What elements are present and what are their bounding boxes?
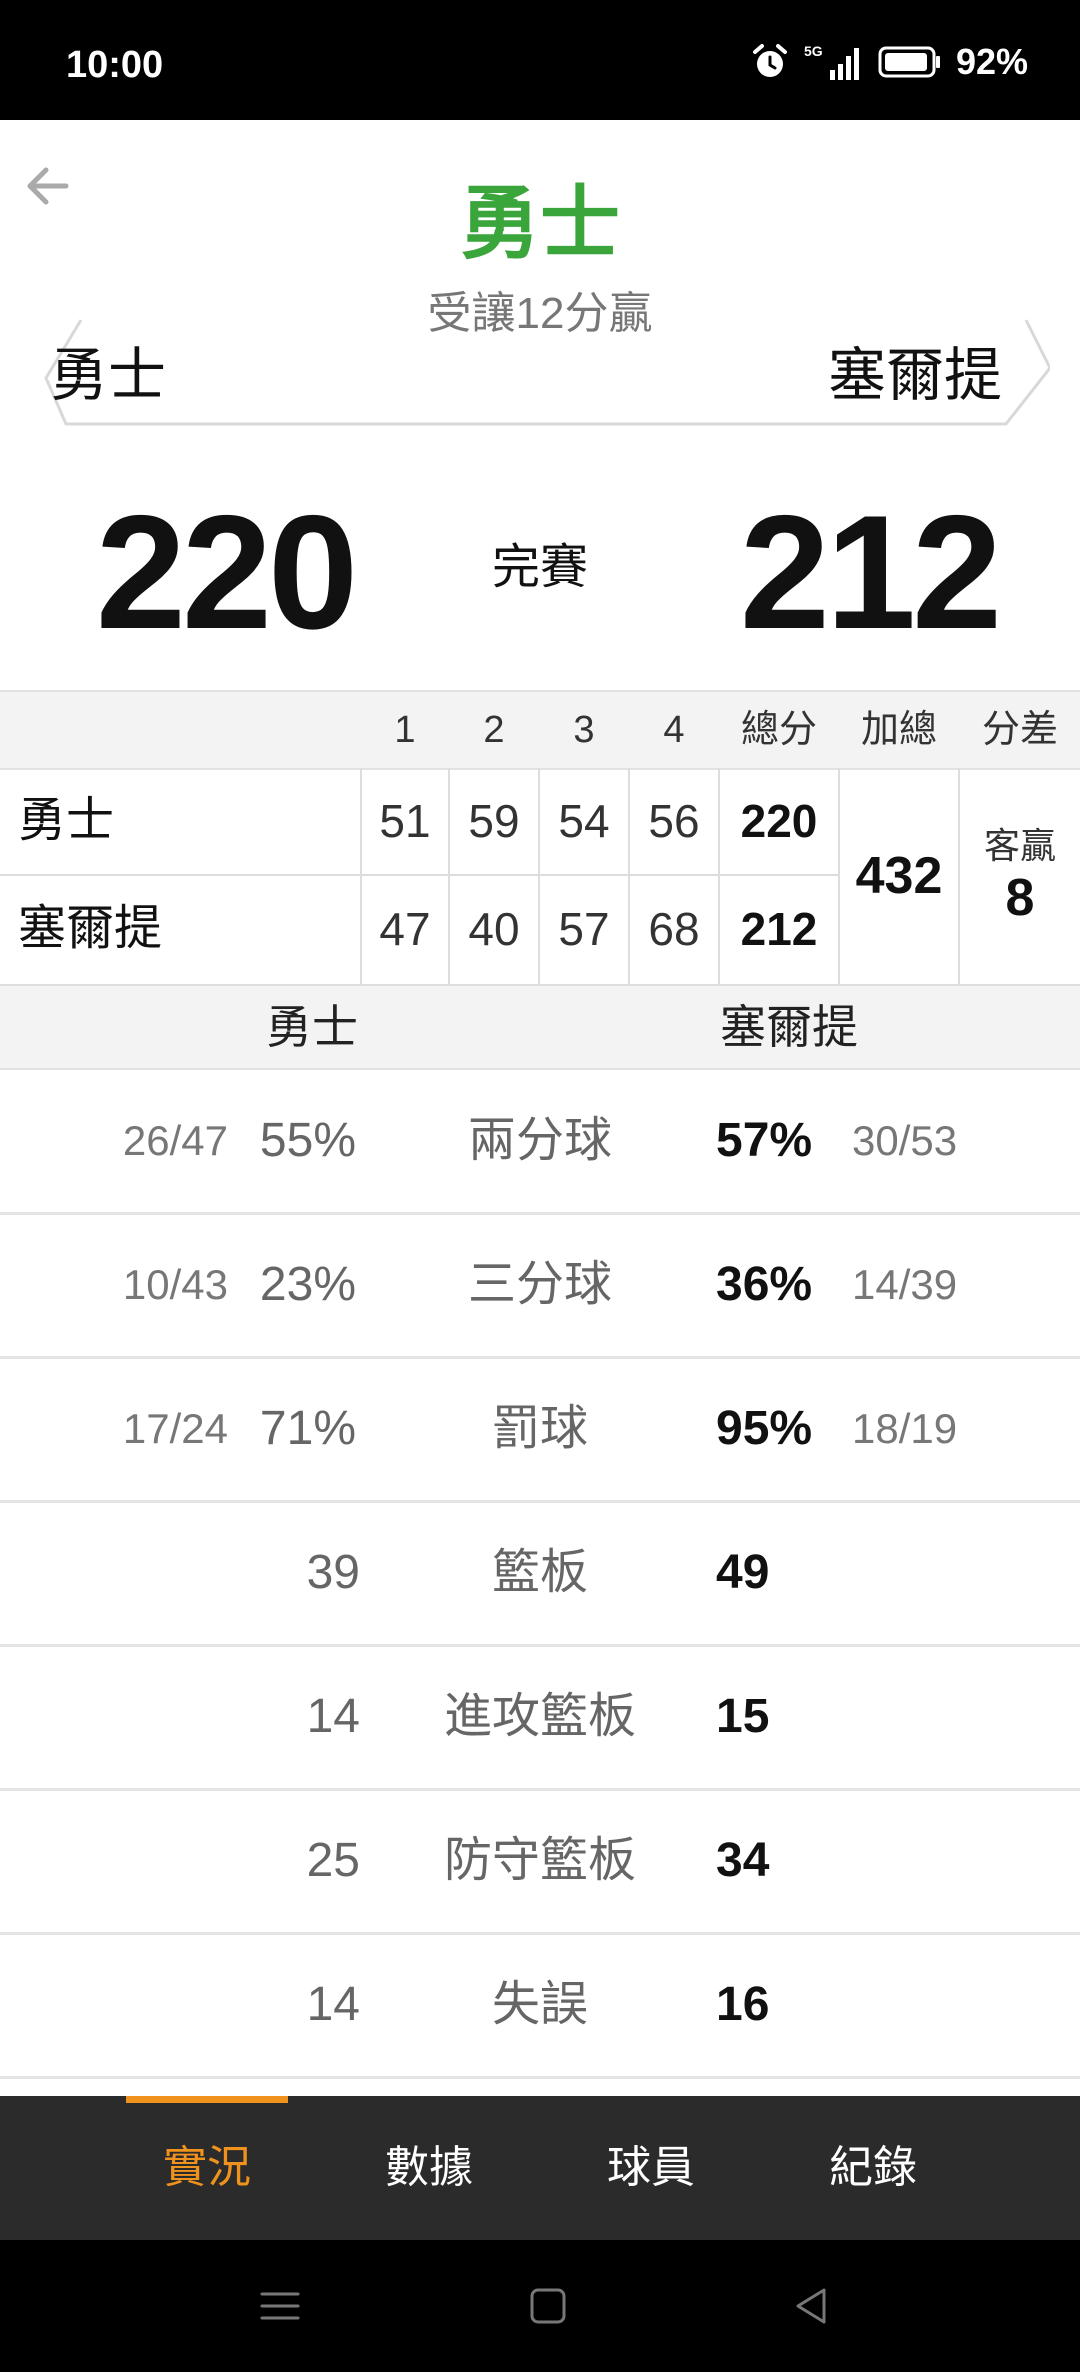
away-three-point-made: 14/39 — [852, 1261, 958, 1308]
stats-away-team: 塞爾提 — [720, 1001, 858, 1053]
home-team-name[interactable]: 勇士 — [50, 340, 166, 412]
status-icons: 5G 92% — [750, 40, 1028, 84]
bottom-tab-bar: 實況 數據 球員 紀錄 — [0, 2096, 1080, 2240]
combined-header: 加總 — [860, 709, 937, 751]
away-offensive-rebounds: 15 — [716, 1690, 770, 1743]
home-icon[interactable] — [522, 2280, 574, 2332]
away-score: 212 — [739, 482, 1002, 663]
away-team-name[interactable]: 塞爾提 — [828, 340, 1002, 412]
home-q1: 51 — [379, 795, 431, 847]
home-three-point-pct: 23% — [259, 1258, 356, 1311]
away-free-throw-made: 18/19 — [852, 1405, 958, 1452]
stat-label: 進攻籃板 — [443, 1690, 636, 1743]
stat-label: 失誤 — [491, 1978, 588, 2031]
away-q2: 40 — [468, 903, 520, 955]
stat-row-turnovers: 14 失誤 16 — [0, 1934, 1080, 2079]
q2-header: 2 — [483, 709, 505, 751]
table-row-away-team: 塞爾提 — [18, 902, 163, 955]
away-q4: 68 — [648, 903, 700, 955]
stat-label: 防守籃板 — [443, 1834, 636, 1887]
battery-icon — [878, 45, 942, 79]
stat-row-two-point: 26/47 55% 兩分球 57% 30/53 — [0, 1070, 1080, 1215]
stat-label: 籃板 — [491, 1546, 588, 1599]
stat-label: 罰球 — [491, 1402, 588, 1455]
home-defensive-rebounds: 25 — [306, 1834, 360, 1887]
home-rebounds: 39 — [306, 1546, 360, 1599]
stats-header: 勇士 塞爾提 — [0, 986, 1080, 1070]
combined-score: 432 — [855, 847, 943, 905]
tab-stats[interactable]: 數據 — [318, 2096, 540, 2240]
svg-text:5G: 5G — [804, 43, 823, 59]
home-total: 220 — [740, 795, 818, 847]
stat-row-free-throw: 17/24 71% 罰球 95% 18/19 — [0, 1358, 1080, 1503]
status-bar: 10:00 5G 92% — [0, 0, 1080, 120]
away-q1: 47 — [379, 903, 431, 955]
home-turnovers: 14 — [306, 1978, 360, 2031]
stat-row-rebounds: 39 籃板 49 — [0, 1502, 1080, 1647]
menu-icon[interactable] — [254, 2280, 306, 2332]
quarter-table-header: 1 2 3 4 總分 加總 分差 — [0, 690, 1080, 770]
status-time: 10:00 — [66, 44, 164, 86]
q1-header: 1 — [394, 709, 416, 751]
away-rebounds: 49 — [716, 1546, 770, 1599]
diff-value: 8 — [1005, 869, 1035, 927]
home-q2: 59 — [468, 795, 520, 847]
battery-level: 92% — [955, 41, 1028, 82]
away-defensive-rebounds: 34 — [716, 1834, 770, 1887]
favored-team: 勇士 — [460, 179, 620, 268]
system-nav-bar — [0, 2240, 1080, 2372]
quarter-table-body: 勇士 51 59 54 56 220 塞爾提 47 40 57 68 212 4… — [0, 768, 1080, 987]
home-q3: 54 — [558, 795, 610, 847]
away-q3: 57 — [558, 903, 610, 955]
home-offensive-rebounds: 14 — [306, 1690, 360, 1743]
home-q4: 56 — [648, 795, 700, 847]
tab-live[interactable]: 實況 — [96, 2096, 318, 2240]
diff-header: 分差 — [981, 709, 1058, 751]
stat-label: 兩分球 — [467, 1114, 612, 1167]
total-header: 總分 — [740, 709, 817, 751]
away-turnovers: 16 — [716, 1978, 770, 2031]
tab-players[interactable]: 球員 — [540, 2096, 762, 2240]
diff-label: 客贏 — [983, 825, 1056, 866]
tab-records[interactable]: 紀錄 — [762, 2096, 984, 2240]
signal-icon: 5G — [804, 42, 864, 82]
stat-row-three-point: 10/43 23% 三分球 36% 14/39 — [0, 1214, 1080, 1359]
table-row-home-team: 勇士 — [18, 794, 115, 847]
away-three-point-pct: 36% — [716, 1258, 813, 1311]
stats-home-team: 勇士 — [266, 1001, 358, 1053]
q4-header: 4 — [663, 709, 685, 751]
home-free-throw-made: 17/24 — [122, 1405, 228, 1452]
away-two-point-made: 30/53 — [852, 1117, 958, 1164]
back-triangle-icon[interactable] — [786, 2280, 838, 2332]
home-free-throw-pct: 71% — [259, 1402, 356, 1455]
stat-label: 三分球 — [467, 1258, 612, 1311]
away-total: 212 — [740, 903, 818, 955]
home-score: 220 — [95, 482, 358, 663]
home-two-point-pct: 55% — [259, 1114, 356, 1167]
game-status: 完賽 — [491, 541, 588, 594]
alarm-icon — [750, 42, 790, 82]
away-two-point-pct: 57% — [716, 1114, 813, 1167]
home-three-point-made: 10/43 — [122, 1261, 228, 1308]
away-free-throw-pct: 95% — [716, 1402, 813, 1455]
stat-row-defensive-rebounds: 25 防守籃板 34 — [0, 1790, 1080, 1935]
q3-header: 3 — [573, 709, 595, 751]
home-two-point-made: 26/47 — [122, 1117, 228, 1164]
stat-row-offensive-rebounds: 14 進攻籃板 15 — [0, 1646, 1080, 1791]
